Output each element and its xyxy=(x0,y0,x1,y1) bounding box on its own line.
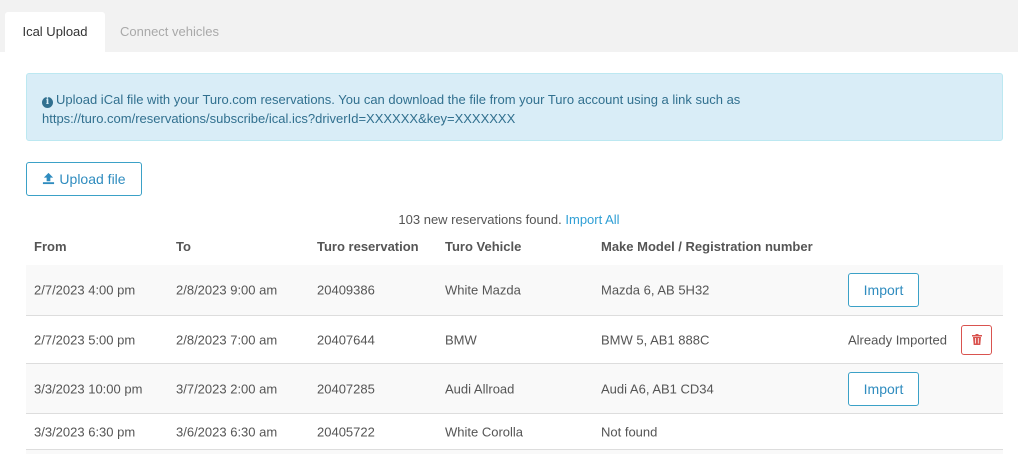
table-row-partial xyxy=(26,450,1003,454)
cell-to: 3/7/2023 2:00 am xyxy=(176,381,278,396)
cell-reservation: 20405722 xyxy=(317,424,375,439)
cell-to: 3/6/2023 6:30 am xyxy=(176,424,278,439)
cell-from: 3/3/2023 6:30 pm xyxy=(34,424,136,439)
cell-vehicle: Audi Allroad xyxy=(445,381,515,396)
table-row: 3/3/2023 10:00 pm 3/7/2023 2:00 am 20407… xyxy=(26,364,1003,414)
header-from: From xyxy=(34,239,67,254)
header-make-model: Make Model / Registration number xyxy=(601,239,813,254)
already-imported-status: Already Imported xyxy=(848,332,947,347)
tab-content: i Upload iCal file with your Turo.com res… xyxy=(0,52,1018,454)
cell-vehicle: White Mazda xyxy=(445,282,521,298)
cell-vehicle: BMW xyxy=(445,332,477,347)
upload-file-label: Upload file xyxy=(59,171,126,187)
alert-text-line1: Upload iCal file with your Turo.com rese… xyxy=(56,92,741,107)
cell-make: Audi A6, AB1 CD34 xyxy=(601,381,714,396)
table-row: 2/7/2023 4:00 pm 2/8/2023 9:00 am 204093… xyxy=(26,265,1003,316)
cell-reservation: 20407644 xyxy=(317,332,375,347)
reservations-count-text: 103 new reservations found. xyxy=(398,212,562,227)
table-row: 2/7/2023 5:00 pm 2/8/2023 7:00 am 204076… xyxy=(26,316,1003,364)
reservations-summary: 103 new reservations found. Import All xyxy=(0,212,1018,228)
trash-icon xyxy=(972,333,982,345)
cell-from: 2/7/2023 5:00 pm xyxy=(34,332,136,347)
cell-make: Mazda 6, AB 5H32 xyxy=(601,282,710,298)
cell-vehicle: White Corolla xyxy=(445,424,524,439)
import-all-link[interactable]: Import All xyxy=(565,212,619,227)
cell-reservation: 20407285 xyxy=(317,381,375,396)
import-button[interactable]: Import xyxy=(848,273,919,307)
info-alert: i Upload iCal file with your Turo.com res… xyxy=(26,73,1003,141)
header-turo-reservation: Turo reservation xyxy=(317,239,419,254)
info-circle-icon: i xyxy=(42,97,53,108)
cell-to: 2/8/2023 9:00 am xyxy=(176,282,278,298)
tab-ical-upload[interactable]: Ical Upload xyxy=(5,12,105,52)
upload-file-button[interactable]: Upload file xyxy=(26,162,142,196)
cell-make: Not found xyxy=(601,424,658,439)
header-to: To xyxy=(176,239,191,254)
delete-button[interactable] xyxy=(961,324,992,355)
table-row: 3/3/2023 6:30 pm 3/6/2023 6:30 am 204057… xyxy=(26,414,1003,450)
table-header: From To Turo reservation Turo Vehicle Ma… xyxy=(26,237,1003,266)
header-turo-vehicle: Turo Vehicle xyxy=(445,239,522,254)
cell-from: 3/3/2023 10:00 pm xyxy=(34,381,143,396)
tab-connect-vehicles[interactable]: Connect vehicles xyxy=(106,12,233,52)
cell-reservation: 20409386 xyxy=(317,282,375,298)
cell-make: BMW 5, AB1 888C xyxy=(601,332,710,347)
alert-text-line2: https://turo.com/reservations/subscribe/… xyxy=(42,111,516,126)
tab-bar: Ical Upload Connect vehicles xyxy=(0,0,1018,52)
cell-to: 2/8/2023 7:00 am xyxy=(176,332,278,347)
import-button[interactable]: Import xyxy=(848,371,919,406)
cell-from: 2/7/2023 4:00 pm xyxy=(34,282,136,298)
upload-icon xyxy=(43,172,55,185)
